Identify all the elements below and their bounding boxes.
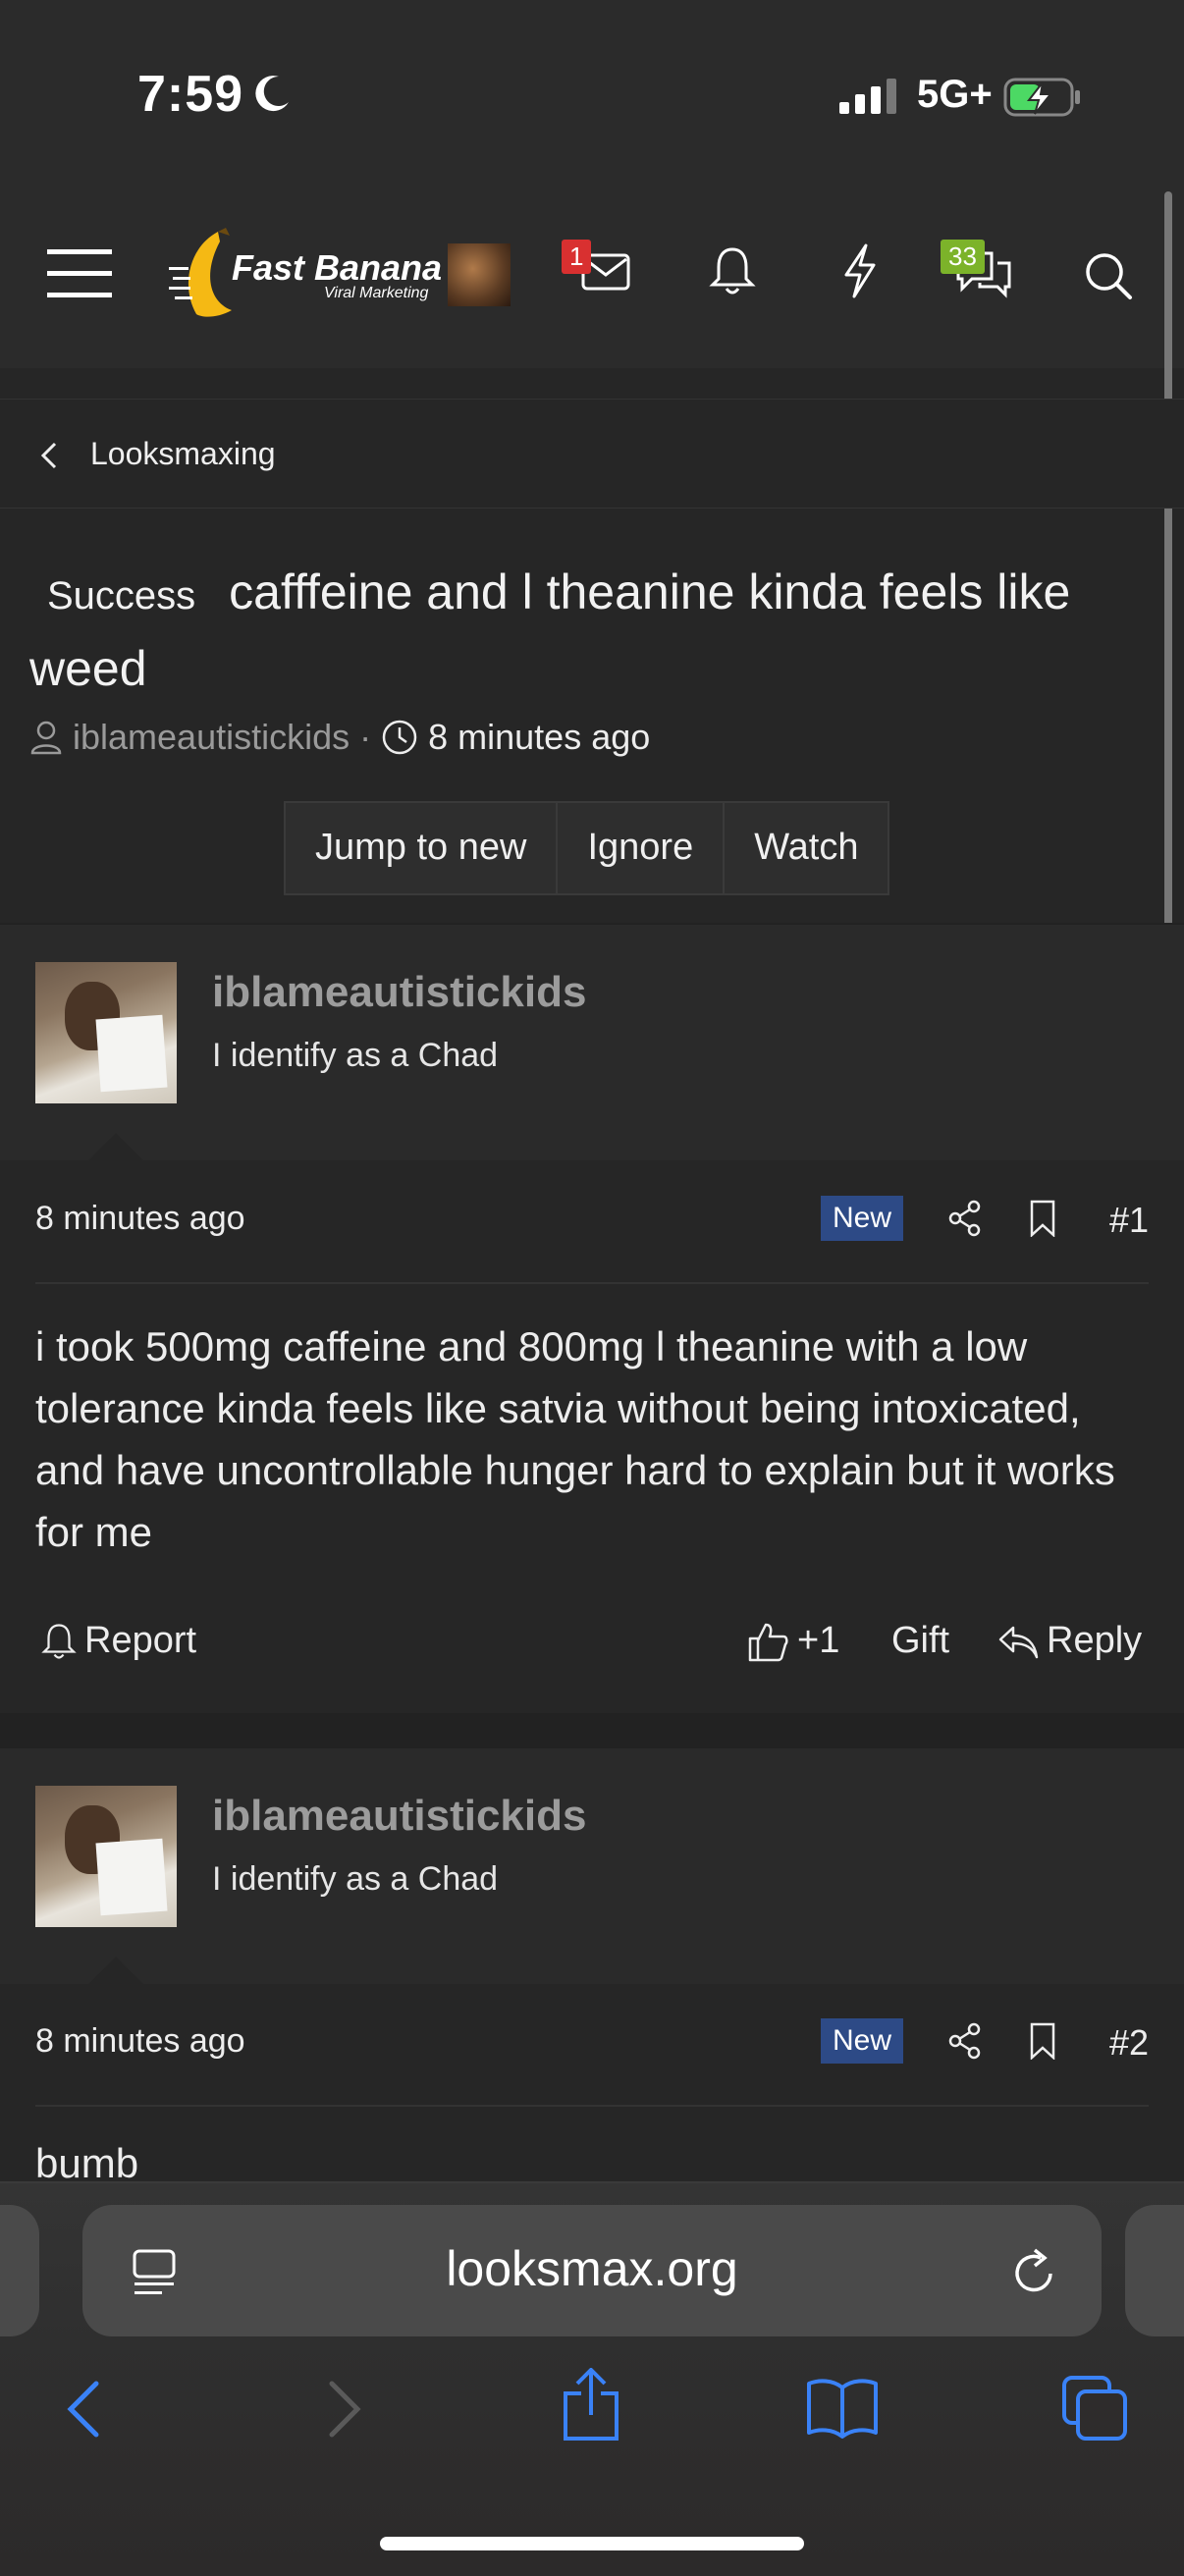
- status-time: 7:59: [137, 66, 244, 123]
- conversations-badge: 33: [941, 240, 985, 274]
- reply-button[interactable]: Reply: [997, 1620, 1142, 1662]
- report-label: Report: [84, 1620, 197, 1661]
- share-icon[interactable]: [560, 2368, 622, 2442]
- post-avatar[interactable]: [35, 962, 177, 1103]
- signal-icon: [839, 79, 900, 114]
- post-user-title: I identify as a Chad: [212, 1037, 499, 1074]
- jump-to-new-button[interactable]: Jump to new: [286, 803, 559, 893]
- gift-button[interactable]: Gift: [891, 1620, 949, 1662]
- user-icon: [29, 720, 63, 755]
- page-scrollbar[interactable]: [1164, 191, 1172, 938]
- post-username[interactable]: iblameautistickids: [212, 968, 586, 1017]
- bookmarks-icon[interactable]: [805, 2376, 880, 2439]
- chevron-left-icon[interactable]: [39, 440, 59, 471]
- tabs-icon[interactable]: [1060, 2374, 1129, 2442]
- thread-author[interactable]: iblameautistickids: [73, 717, 350, 758]
- post-user-card: iblameautistickids I identify as a Chad: [0, 923, 1184, 1162]
- thread-actions: Jump to new Ignore Watch: [284, 801, 890, 895]
- moon-icon: [249, 73, 293, 116]
- forward-icon[interactable]: [324, 2380, 363, 2439]
- post-number[interactable]: #1: [1109, 1200, 1149, 1241]
- user-card-notch: [86, 1957, 145, 1986]
- bookmark-icon[interactable]: [1029, 2022, 1056, 2060]
- home-indicator[interactable]: [380, 2537, 804, 2550]
- user-card-notch: [86, 1133, 145, 1162]
- meta-separator: ·: [359, 717, 372, 757]
- network-label: 5G+: [917, 73, 993, 116]
- back-icon[interactable]: [65, 2380, 104, 2439]
- post-number[interactable]: #2: [1109, 2022, 1149, 2064]
- post-actions: Report +1 Gift Reply: [35, 1610, 1149, 1669]
- user-avatar[interactable]: [448, 243, 511, 306]
- thread-prefix[interactable]: Success: [47, 574, 195, 617]
- post-time[interactable]: 8 minutes ago: [35, 2022, 245, 2061]
- like-count: +1: [797, 1620, 840, 1661]
- like-button[interactable]: +1: [746, 1620, 839, 1662]
- url-text[interactable]: looksmax.org: [0, 2240, 1184, 2297]
- watch-button[interactable]: Watch: [725, 803, 888, 893]
- post-body: i took 500mg caffeine and 800mg l theani…: [35, 1323, 1115, 1555]
- thread-meta: iblameautistickids · 8 minutes ago: [29, 717, 650, 758]
- report-button[interactable]: Report: [41, 1620, 196, 1662]
- logo-subtitle: Viral Marketing: [324, 285, 429, 301]
- messages-badge: 1: [562, 240, 592, 274]
- post-user-title: I identify as a Chad: [212, 1860, 499, 1898]
- thread-title: Success cafffeine and l theanine kinda fe…: [29, 556, 1158, 705]
- clock-icon: [381, 719, 418, 756]
- bell-icon[interactable]: [709, 245, 756, 296]
- post-divider: [0, 1713, 1184, 1746]
- post-header: 8 minutes ago New #2: [35, 1983, 1149, 2107]
- battery-charging-icon: [1003, 77, 1082, 118]
- lightning-icon[interactable]: [840, 243, 880, 298]
- post-avatar[interactable]: [35, 1786, 177, 1927]
- post-user-card: iblameautistickids I identify as a Chad: [0, 1746, 1184, 1986]
- ignore-button[interactable]: Ignore: [558, 803, 726, 893]
- bookmark-icon[interactable]: [1029, 1200, 1056, 1237]
- post-header: 8 minutes ago New #1: [35, 1160, 1149, 1284]
- reply-label: Reply: [1047, 1620, 1143, 1661]
- menu-icon[interactable]: [47, 247, 112, 300]
- post-username[interactable]: iblameautistickids: [212, 1792, 586, 1841]
- share-icon[interactable]: [948, 2022, 982, 2060]
- share-icon[interactable]: [948, 1200, 982, 1237]
- search-icon[interactable]: [1084, 251, 1133, 300]
- new-badge: New: [821, 1196, 904, 1241]
- post-time[interactable]: 8 minutes ago: [35, 1200, 245, 1238]
- new-badge: New: [821, 2018, 904, 2064]
- gift-label: Gift: [891, 1620, 950, 1661]
- breadcrumb-looksmaxing[interactable]: Looksmaxing: [90, 436, 276, 472]
- logo-title[interactable]: Fast Banana: [232, 247, 442, 289]
- post-body: bumb: [35, 2140, 139, 2186]
- thread-time[interactable]: 8 minutes ago: [428, 717, 650, 758]
- reload-icon[interactable]: [1011, 2248, 1058, 2297]
